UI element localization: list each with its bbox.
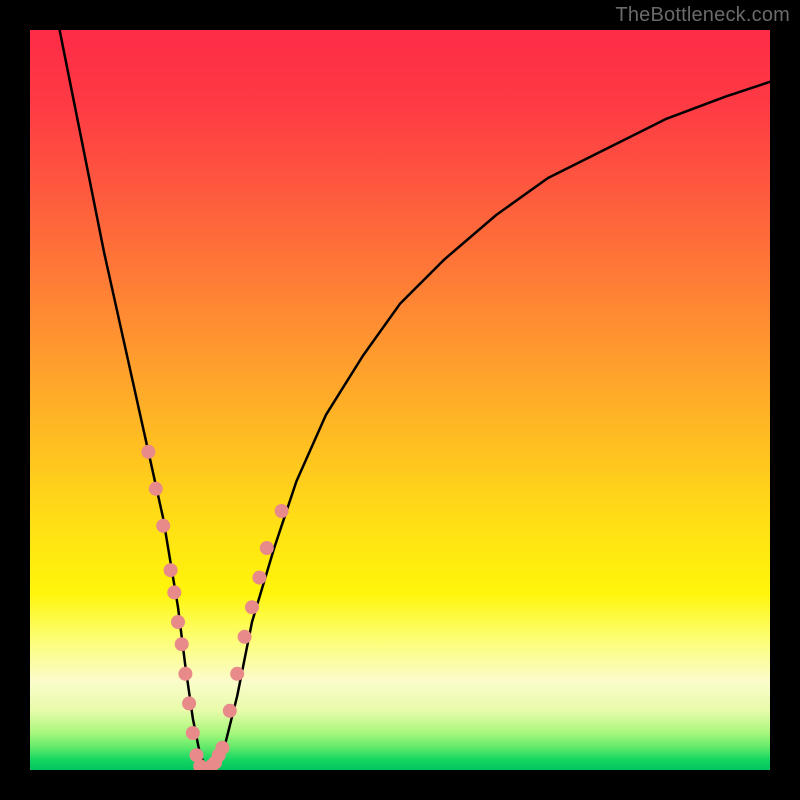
sample-point	[260, 541, 274, 555]
sample-point	[238, 630, 252, 644]
sample-point	[186, 726, 200, 740]
sample-point	[182, 696, 196, 710]
sample-point	[167, 585, 181, 599]
plot-area	[30, 30, 770, 770]
sample-point	[230, 667, 244, 681]
sample-point	[223, 704, 237, 718]
watermark-text: TheBottleneck.com	[615, 4, 790, 27]
sample-point	[156, 519, 170, 533]
sample-point	[164, 563, 178, 577]
chart-svg	[30, 30, 770, 770]
sample-point	[245, 600, 259, 614]
bottleneck-curve	[60, 30, 770, 770]
sample-point	[141, 445, 155, 459]
sample-point	[178, 667, 192, 681]
sample-point	[275, 504, 289, 518]
sample-point	[215, 741, 229, 755]
sample-point	[149, 482, 163, 496]
sample-point	[171, 615, 185, 629]
sample-point	[252, 571, 266, 585]
bottleneck-curve-path	[60, 30, 770, 770]
sample-points	[141, 445, 288, 770]
chart-frame: TheBottleneck.com	[0, 0, 800, 800]
sample-point	[175, 637, 189, 651]
